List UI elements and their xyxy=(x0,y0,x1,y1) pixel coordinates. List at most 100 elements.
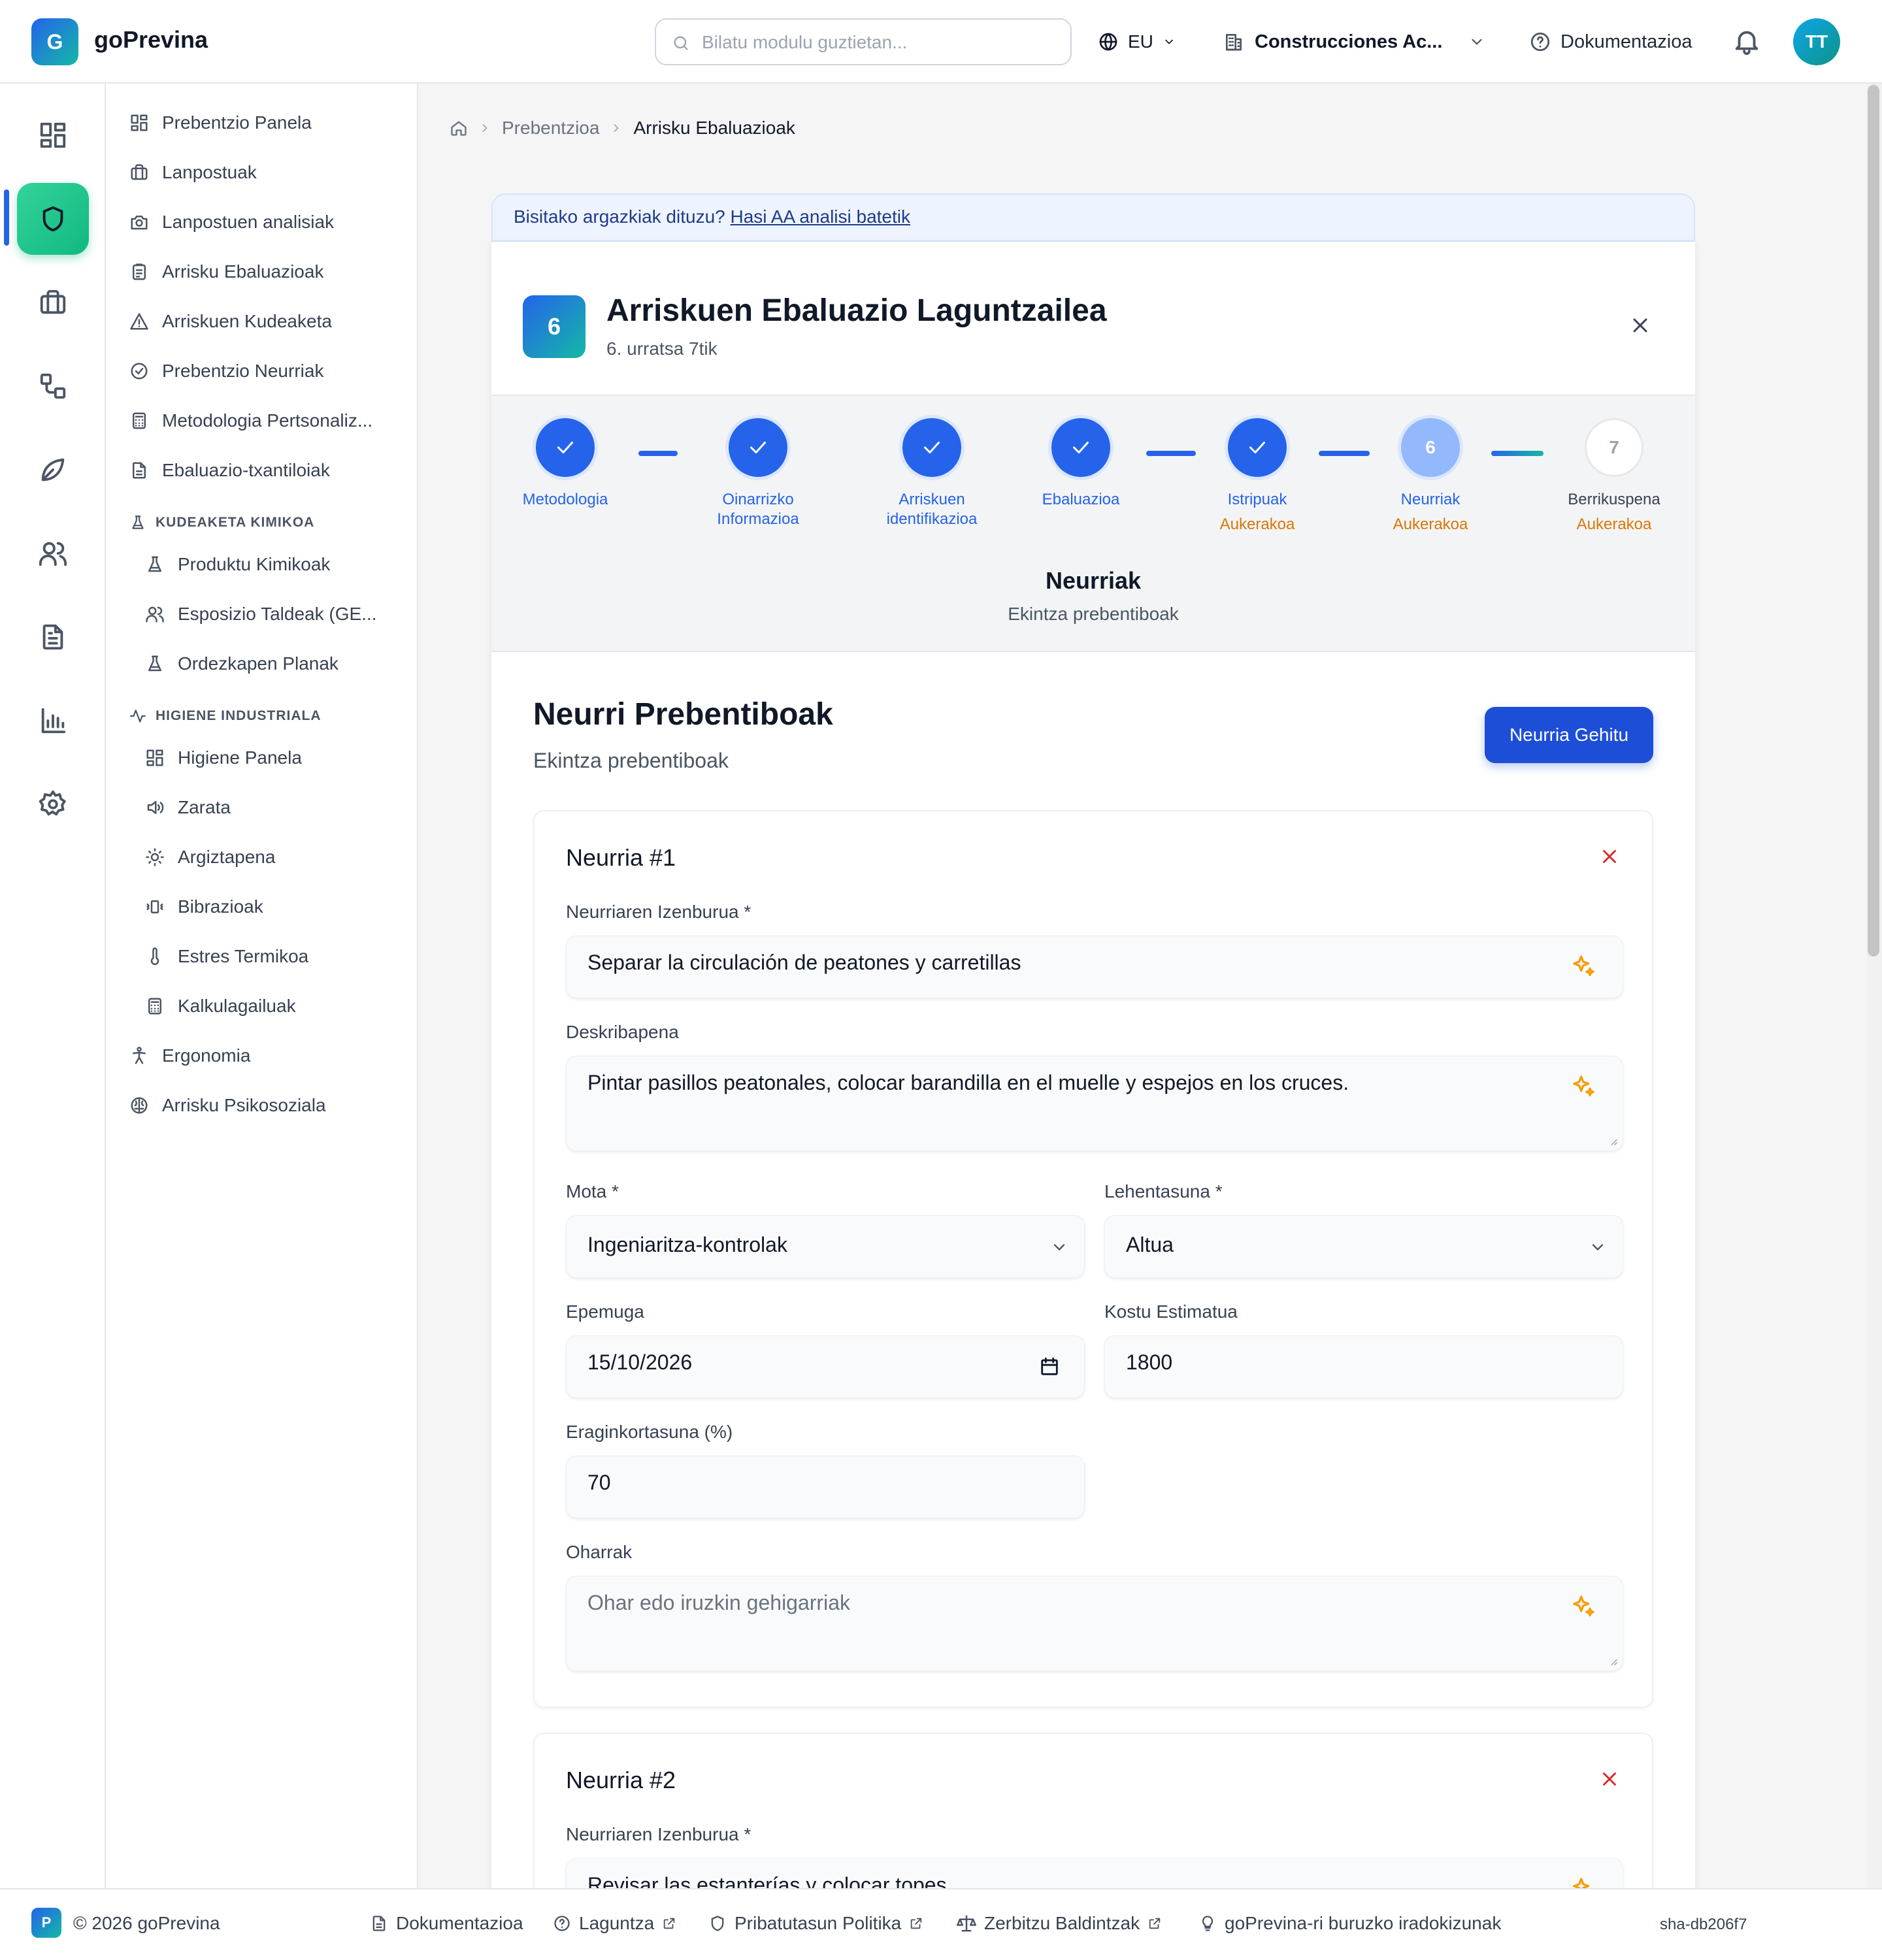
footer-link-documentation[interactable]: Dokumentazioa xyxy=(370,1912,523,1935)
description-textarea[interactable]: Pintar pasillos peatonales, colocar bara… xyxy=(587,1071,1555,1136)
step-risk-identification[interactable]: Arriskuen identifikazioa xyxy=(853,418,1010,529)
footer-link-suggestions[interactable]: goPrevina-ri buruzko iradokizunak xyxy=(1198,1912,1501,1935)
sidebar-item-job-analyses[interactable]: Lanpostuen analisiak xyxy=(129,203,334,242)
rail-environment[interactable] xyxy=(17,434,89,506)
sidebar-item-risk-management[interactable]: Arriskuen Kudeaketa xyxy=(129,302,332,341)
close-icon[interactable] xyxy=(1628,314,1652,337)
company-name: Construcciones Ac... xyxy=(1255,31,1443,52)
check-icon xyxy=(902,418,961,477)
vibrate-icon xyxy=(145,897,165,917)
thermometer-icon xyxy=(145,947,165,966)
step-circle-pending: 7 xyxy=(1585,418,1643,477)
deadline-label: Epemuga xyxy=(566,1301,644,1322)
step-label: Berrikuspena xyxy=(1568,491,1660,508)
sidebar-item-lighting[interactable]: Argiztapena xyxy=(145,838,275,877)
sidebar-item-calculators[interactable]: Kalkulagailuak xyxy=(145,987,296,1026)
rail-dashboard[interactable] xyxy=(17,99,89,171)
current-step-name: Neurriak xyxy=(1045,567,1142,594)
cost-input[interactable] xyxy=(1126,1350,1583,1375)
sidebar-item-thermal-stress[interactable]: Estres Termikoa xyxy=(145,937,308,976)
footer-link-terms[interactable]: Zerbitzu Baldintzak xyxy=(957,1912,1162,1935)
step-review[interactable]: 7 Berrikuspena Aukerakoa xyxy=(1536,418,1692,534)
file-icon xyxy=(129,461,149,480)
shield-icon xyxy=(38,204,68,234)
rail-jobs[interactable] xyxy=(17,267,89,338)
help-circle-icon xyxy=(553,1914,571,1933)
chevron-down-icon xyxy=(1050,1238,1068,1256)
breadcrumb-parent[interactable]: Prebentzioa xyxy=(502,118,599,139)
app-name[interactable]: goPrevina xyxy=(94,26,208,54)
deadline-input[interactable] xyxy=(587,1350,1019,1375)
step-measures[interactable]: 6 Neurriak Aukerakoa xyxy=(1352,418,1509,534)
description-field: Pintar pasillos peatonales, colocar bara… xyxy=(566,1056,1623,1151)
grid-icon xyxy=(129,113,149,133)
type-select[interactable]: Ingeniaritza-kontrolak xyxy=(566,1215,1085,1278)
rail-workflow[interactable] xyxy=(17,350,89,422)
sidebar-section-hygiene: HIGIENE INDUSTRIALA xyxy=(129,703,322,729)
step-optional-tag: Aukerakoa xyxy=(1393,515,1468,533)
bell-icon[interactable] xyxy=(1732,26,1762,56)
sidebar-item-custom-methodology[interactable]: Metodologia Pertsonaliz... xyxy=(129,401,372,440)
step-accidents[interactable]: Istripuak Aukerakoa xyxy=(1179,418,1336,534)
step-optional-tag: Aukerakoa xyxy=(1576,515,1652,533)
briefcase-icon xyxy=(38,287,68,318)
remove-measure-icon[interactable] xyxy=(1598,845,1621,868)
calculator-icon xyxy=(129,411,149,431)
company-selector[interactable]: Construcciones Ac... xyxy=(1223,26,1485,57)
add-measure-button[interactable]: Neurria Gehitu xyxy=(1485,707,1653,763)
footer-link-label: Dokumentazioa xyxy=(396,1913,523,1933)
resize-grip-icon[interactable] xyxy=(1607,1135,1619,1147)
step-basic-info[interactable]: Oinarrizko Informazioa xyxy=(680,418,836,529)
effectiveness-input[interactable] xyxy=(587,1471,1045,1495)
rail-reports[interactable] xyxy=(17,685,89,757)
sidebar-item-noise[interactable]: Zarata xyxy=(145,788,231,827)
notes-textarea[interactable] xyxy=(587,1591,1555,1656)
sidebar-item-psychosocial-risk[interactable]: Arrisku Psikosoziala xyxy=(129,1086,326,1125)
external-link-icon xyxy=(662,1916,676,1931)
sidebar-item-risk-evaluations[interactable]: Arrisku Ebaluazioak xyxy=(129,252,323,291)
footer-link-privacy[interactable]: Pribatutasun Politika xyxy=(708,1912,923,1935)
calendar-icon[interactable] xyxy=(1038,1356,1061,1378)
rail-settings[interactable] xyxy=(17,768,89,840)
language-selector[interactable]: EU xyxy=(1098,26,1176,57)
priority-select[interactable]: Altua xyxy=(1104,1215,1623,1278)
sidebar-item-jobs[interactable]: Lanpostuak xyxy=(129,153,257,192)
footer-link-help[interactable]: Laguntza xyxy=(553,1912,676,1935)
step-methodology[interactable]: Metodologia xyxy=(487,418,644,510)
step-evaluation[interactable]: Ebaluazioa xyxy=(1002,418,1159,510)
sidebar-item-chemical-products[interactable]: Produktu Kimikoak xyxy=(145,545,330,584)
calculator-icon xyxy=(145,996,165,1016)
rail-documents[interactable] xyxy=(17,601,89,673)
step-label: Metodologia xyxy=(522,491,608,508)
global-search[interactable] xyxy=(655,18,1072,65)
sparkle-icon[interactable] xyxy=(1570,1593,1596,1620)
search-input[interactable] xyxy=(702,29,1055,56)
rail-prevention[interactable] xyxy=(17,183,89,255)
rail-people[interactable] xyxy=(17,517,89,589)
sidebar-item-evaluation-templates[interactable]: Ebaluazio-txantiloiak xyxy=(129,451,330,490)
scrollbar-thumb[interactable] xyxy=(1868,85,1879,956)
sidebar-item-substitution-plans[interactable]: Ordezkapen Planak xyxy=(145,644,338,683)
sparkle-icon[interactable] xyxy=(1570,953,1596,979)
user-avatar[interactable]: TT xyxy=(1793,18,1840,65)
remove-measure-icon[interactable] xyxy=(1598,1768,1621,1790)
sidebar-item-vibrations[interactable]: Bibrazioak xyxy=(145,887,263,926)
measure-heading: Neurria #1 xyxy=(566,844,676,871)
step-label: Ebaluazioa xyxy=(1042,491,1120,508)
section-subtitle: Ekintza prebentiboak xyxy=(533,749,729,772)
sparkle-icon[interactable] xyxy=(1570,1073,1596,1100)
measure-title-input[interactable] xyxy=(587,951,1555,975)
sidebar-item-exposure-groups[interactable]: Esposizio Taldeak (GE... xyxy=(145,595,377,634)
sidebar-item-prevention-panel[interactable]: Prebentzio Panela xyxy=(129,103,312,142)
documentation-link[interactable]: Dokumentazioa xyxy=(1529,26,1692,57)
resize-grip-icon[interactable] xyxy=(1607,1655,1619,1667)
sidebar-item-ergonomics[interactable]: Ergonomia xyxy=(129,1036,250,1075)
search-icon xyxy=(672,34,690,52)
sidebar-item-hygiene-panel[interactable]: Higiene Panela xyxy=(145,738,302,777)
sidebar-item-prevention-measures[interactable]: Prebentzio Neurriak xyxy=(129,351,323,391)
banner-link[interactable]: Hasi AA analisi batetik xyxy=(731,206,911,227)
sun-icon xyxy=(145,847,165,867)
home-icon[interactable] xyxy=(450,119,468,137)
app-logo[interactable]: G xyxy=(31,18,78,65)
check-circle-icon xyxy=(129,361,149,381)
